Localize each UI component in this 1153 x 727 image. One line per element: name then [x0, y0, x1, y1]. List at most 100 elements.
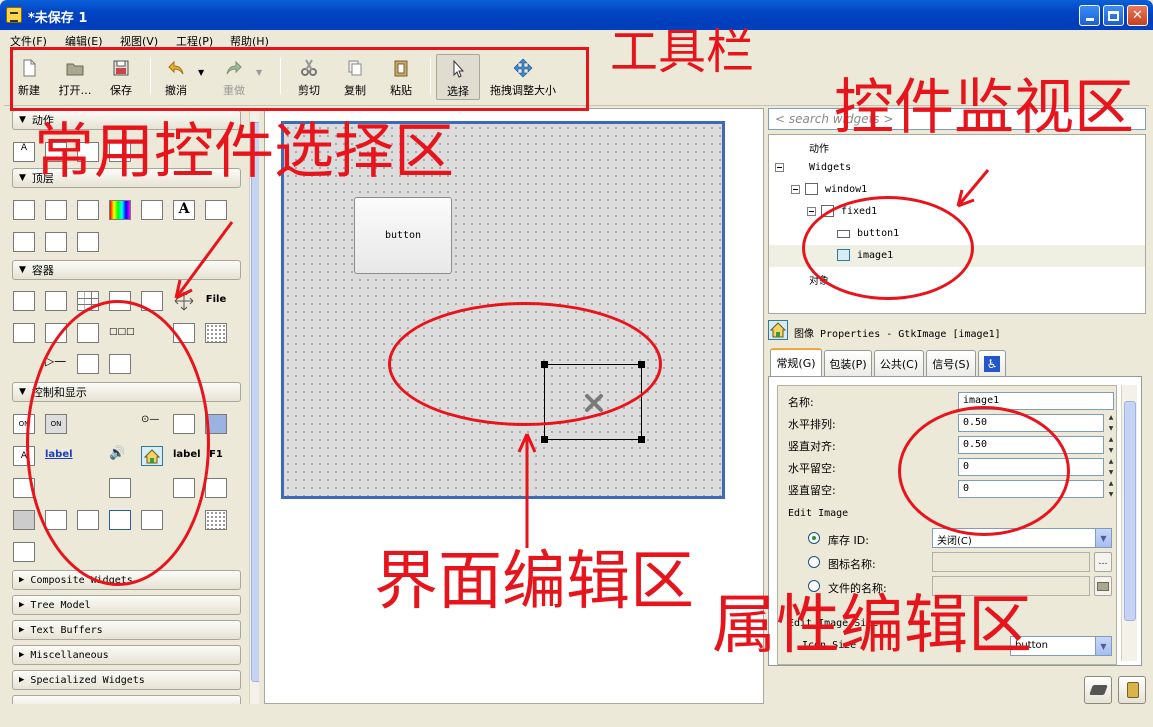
eraser-icon — [1089, 685, 1108, 695]
icon-name-field[interactable] — [932, 552, 1090, 572]
tab-signals[interactable]: 信号(S) — [926, 350, 976, 376]
image-type-icon — [768, 320, 788, 340]
yalign-label: 竖直对齐: — [788, 440, 836, 453]
palette-fixed-icon[interactable] — [173, 291, 195, 311]
expand-triangle-icon: ▶ — [19, 675, 25, 685]
expand-triangle-icon: ▶ — [19, 575, 25, 585]
palette-annotation-ellipse — [26, 300, 210, 586]
properties-annotation-ellipse — [898, 406, 1070, 536]
collapse-triangle-icon: ▼ — [19, 173, 26, 183]
palette-group-miscellaneous[interactable]: ▶ Miscellaneous — [12, 645, 241, 665]
editor-annotation: 界面编辑区 — [374, 545, 694, 619]
collapse-triangle-icon: ▼ — [19, 265, 26, 275]
ypad-spin-arrows-icon[interactable]: ▲ ▼ — [1106, 480, 1116, 498]
tab-accessibility[interactable]: ♿ — [978, 350, 1006, 376]
window-icon — [805, 183, 818, 195]
chevron-down-icon: ▼ — [1095, 637, 1111, 655]
palette-group-more[interactable] — [12, 695, 241, 704]
collapse-triangle-icon: ▼ — [19, 115, 26, 125]
xpad-label: 水平留空: — [788, 462, 836, 475]
palette-drawing-area-icon[interactable] — [205, 510, 227, 530]
expand-triangle-icon: ▶ — [19, 650, 25, 660]
palette-hbox-icon[interactable] — [13, 291, 35, 311]
expand-triangle-icon: ▶ — [19, 625, 25, 635]
icon-name-browse-button[interactable]: … — [1094, 552, 1112, 572]
properties-annotation: 属性编辑区 — [712, 589, 1032, 663]
resize-handle[interactable] — [541, 436, 548, 443]
toolbar-annotation-box — [10, 47, 589, 111]
collapse-icon[interactable] — [807, 207, 816, 216]
palette-file-chooser-icon[interactable]: File — [205, 291, 227, 311]
collapse-triangle-icon: ▼ — [19, 387, 26, 397]
file-browse-button[interactable] — [1094, 576, 1112, 596]
palette-message-dialog-icon[interactable] — [77, 200, 99, 220]
palette-annotation: 常用控件选择区 — [34, 117, 454, 187]
palette-button-box-icon[interactable] — [13, 323, 35, 343]
inspector-annotation: 控件监视区 — [834, 73, 1134, 143]
properties-title: 图像 Properties - GtkImage [image1] — [794, 329, 1001, 340]
title-bar: *未保存 1 ✕ — [0, 0, 1153, 30]
palette-input-dialog-icon[interactable] — [205, 200, 227, 220]
palette-offscreen-window-icon[interactable] — [77, 232, 99, 252]
palette-group-specialized[interactable]: ▶ Specialized Widgets — [12, 670, 241, 690]
icon-name-radio[interactable] — [808, 556, 820, 568]
folder-icon — [1097, 581, 1109, 591]
palette-about-dialog-icon[interactable] — [13, 232, 35, 252]
clear-button[interactable] — [1118, 676, 1146, 704]
palette-font-dialog-icon[interactable]: A — [173, 200, 195, 220]
close-button[interactable]: ✕ — [1127, 5, 1148, 26]
xalign-spin-arrows-icon[interactable]: ▲ ▼ — [1106, 414, 1116, 432]
tree-row-widgets[interactable]: Widgets — [769, 157, 1145, 179]
palette-expander-icon[interactable] — [13, 354, 35, 374]
palette-dialog-icon[interactable] — [45, 200, 67, 220]
collapse-icon[interactable] — [791, 185, 800, 194]
maximize-icon — [1108, 10, 1119, 21]
palette-layout-icon[interactable] — [205, 323, 227, 343]
name-label: 名称: — [788, 396, 814, 409]
stock-id-label: 库存 ID: — [828, 534, 869, 547]
palette-scrollbar[interactable] — [249, 108, 259, 704]
icon-name-label: 图标名称: — [828, 558, 876, 571]
chevron-down-icon: ▼ — [1095, 529, 1111, 547]
toolbar-annotation: 工具栏 — [610, 24, 755, 80]
minimize-button[interactable] — [1079, 5, 1100, 26]
collapse-icon[interactable] — [775, 163, 784, 172]
tree-row-window1[interactable]: window1 — [769, 179, 1145, 201]
minimize-icon — [1085, 18, 1094, 21]
tab-general[interactable]: 常规(G) — [770, 348, 822, 376]
palette-calendar-icon[interactable] — [13, 542, 35, 562]
palette-window-icon[interactable] — [13, 200, 35, 220]
palette-group-containers[interactable]: ▼ 容器 — [12, 260, 241, 280]
properties-scrollbar[interactable] — [1121, 385, 1137, 661]
accessibility-icon: ♿ — [984, 355, 1000, 372]
palette-color-dialog-icon[interactable] — [109, 200, 131, 220]
app-icon — [6, 7, 22, 23]
resize-handle[interactable] — [638, 436, 645, 443]
tab-common[interactable]: 公共(C) — [874, 350, 924, 376]
properties-scrollbar-thumb[interactable] — [1124, 401, 1136, 621]
yalign-spin-arrows-icon[interactable]: ▲ ▼ — [1106, 436, 1116, 454]
broom-icon — [1127, 682, 1139, 698]
stock-id-radio[interactable] — [808, 532, 820, 544]
tab-packing[interactable]: 包装(P) — [824, 350, 872, 376]
xpad-spin-arrows-icon[interactable]: ▲ ▼ — [1106, 458, 1116, 476]
palette-action-icon[interactable]: A — [13, 142, 35, 162]
palette-group-tree-model[interactable]: ▶ Tree Model — [12, 595, 241, 615]
canvas-button-widget[interactable]: button — [354, 197, 452, 274]
palette-scrollbar-thumb[interactable] — [251, 122, 259, 682]
inspector-annotation-ellipse — [802, 196, 974, 300]
palette-file-dialog-icon[interactable] — [141, 200, 163, 220]
maximize-button[interactable] — [1103, 5, 1124, 26]
edit-image-section: Edit Image — [788, 508, 849, 519]
palette-group-text-buffers[interactable]: ▶ Text Buffers — [12, 620, 241, 640]
ypad-label: 竖直留空: — [788, 484, 836, 497]
palette-combo-entry-icon[interactable] — [205, 478, 227, 498]
editor-annotation-ellipse — [388, 302, 662, 426]
expand-triangle-icon: ▶ — [19, 600, 25, 610]
palette-assistant-icon[interactable] — [45, 232, 67, 252]
eraser-button[interactable] — [1084, 676, 1112, 704]
close-icon: ✕ — [1132, 8, 1143, 23]
xalign-label: 水平排列: — [788, 418, 836, 431]
palette-progress-bar-icon[interactable] — [13, 510, 35, 530]
palette-vbox-icon[interactable] — [45, 291, 67, 311]
